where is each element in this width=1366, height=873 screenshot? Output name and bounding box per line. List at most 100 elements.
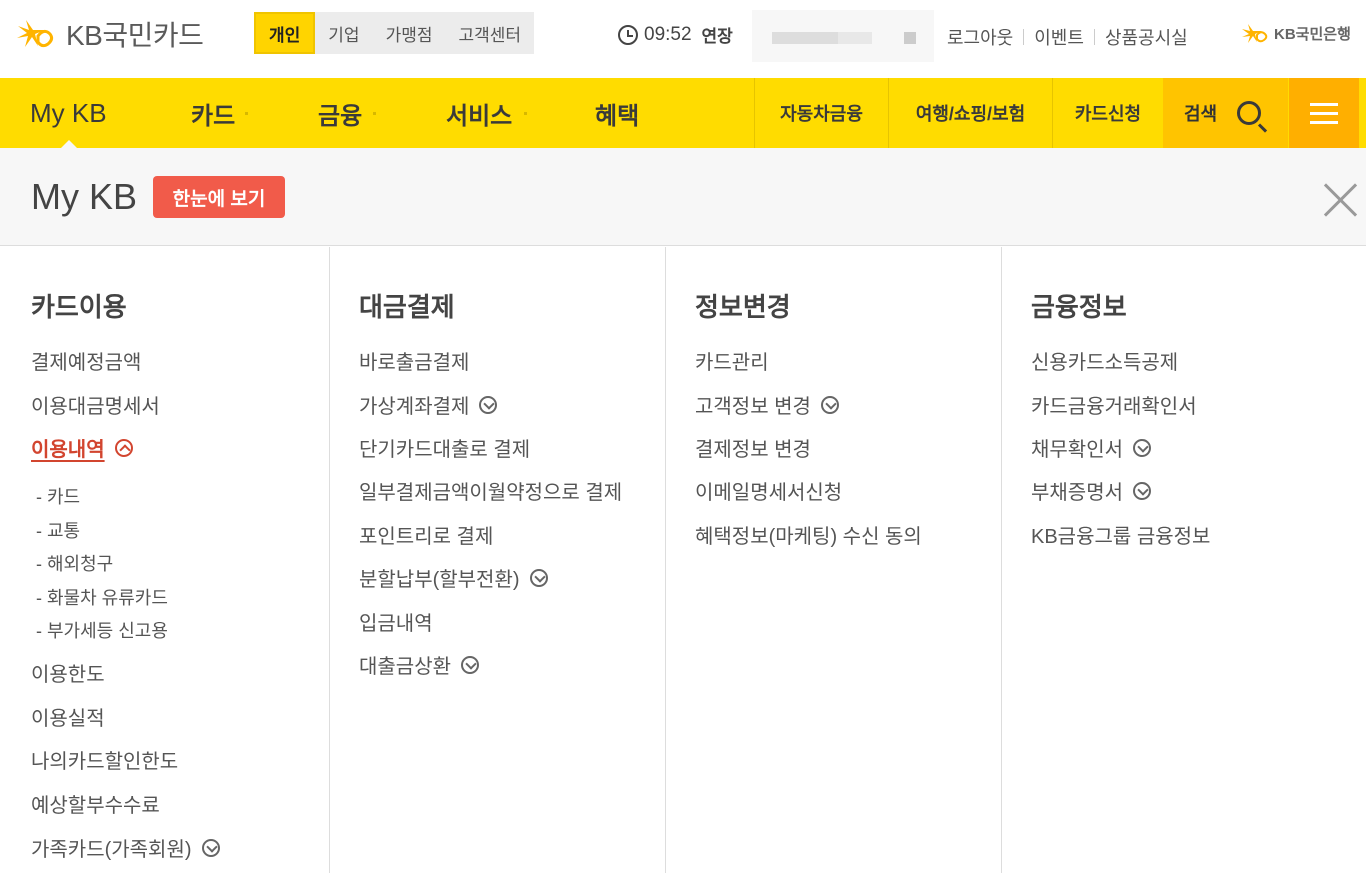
menu-item-label: 일부결제금액이월약정으로 결제 (359, 482, 623, 504)
menu-item-label: 고객정보 변경 (695, 396, 811, 418)
session-timer: 09:52 연장 (618, 22, 733, 47)
segment-tabs: 개인 기업 가맹점 고객센터 (254, 12, 535, 54)
tab-customer-center[interactable]: 고객센터 (445, 12, 534, 54)
column-title: 대금결제 (359, 292, 455, 322)
menu-item[interactable]: 일부결제금액이월약정으로 결제 (359, 476, 622, 505)
menu-item[interactable]: 이용실적 (31, 702, 105, 731)
hamburger-icon (1310, 102, 1338, 106)
chevron-down-icon (820, 395, 839, 414)
menu-item-label: 이용내역 (31, 439, 105, 461)
menu-item[interactable]: 혜택정보(마케팅) 수신 동의 (695, 520, 922, 549)
menu-item-label: 부채증명서 (1031, 482, 1123, 504)
hamburger-menu-button[interactable] (1289, 78, 1359, 148)
menu-column-card-usage: 카드이용 결제예정금액 이용대금명세서 이용내역 - 카드 - 교통 - 해외청… (0, 247, 330, 873)
menu-item-label: 가족카드(가족회원) (31, 839, 192, 861)
menu-column-info-change: 정보변경 카드관리 고객정보 변경 결제정보 변경 이메일명세서신청 혜택정보(… (666, 247, 1002, 873)
sub-menu-label: 카드 (47, 487, 81, 507)
sub-menu-item[interactable]: - 해외청구 (36, 550, 113, 576)
user-info-redacted (752, 10, 934, 62)
chevron-down-icon (201, 838, 220, 857)
menu-item[interactable]: 단기카드대출로 결제 (359, 433, 530, 462)
divider (524, 112, 527, 115)
menu-item[interactable]: 부채증명서 (1031, 476, 1151, 505)
menu-column-financial-info: 금융정보 신용카드소득공제 카드금융거래확인서 채무확인서 부채증명서 KB금융… (1002, 247, 1366, 873)
menu-item[interactable]: 카드금융거래확인서 (1031, 390, 1197, 419)
search-icon (1237, 101, 1262, 125)
menu-item-label: 이용대금명세서 (31, 396, 160, 418)
top-bar: KB국민카드 개인 기업 가맹점 고객센터 09:52 연장 로그아웃 이벤트 … (0, 0, 1366, 78)
close-icon[interactable] (1322, 180, 1360, 218)
panel-title: My KB (31, 176, 138, 217)
menu-item[interactable]: KB금융그룹 금융정보 (1031, 520, 1210, 549)
nav-auto-finance[interactable]: 자동차금융 (754, 78, 888, 148)
menu-item[interactable]: 결제정보 변경 (695, 433, 811, 462)
kb-star-logo-icon (17, 20, 54, 48)
divider (1023, 29, 1025, 45)
menu-item[interactable]: 이용한도 (31, 658, 105, 687)
menu-item[interactable]: 결제예정금액 (31, 346, 141, 375)
chevron-down-icon (1133, 438, 1151, 457)
sub-menu-item[interactable]: - 카드 (36, 483, 80, 509)
menu-item-label: 결제정보 변경 (695, 439, 811, 461)
nav-travel-shopping-insurance[interactable]: 여행/쇼핑/보험 (888, 78, 1052, 148)
overview-button[interactable]: 한눈에 보기 (153, 176, 285, 218)
menu-item[interactable]: 입금내역 (359, 607, 433, 636)
menu-item-label: 카드관리 (695, 352, 769, 374)
menu-item[interactable]: 대출금상환 (359, 650, 479, 679)
nav-card[interactable]: 카드 (191, 78, 235, 148)
nav-benefits[interactable]: 혜택 (595, 78, 639, 148)
chevron-down-icon (529, 568, 548, 587)
main-navigation: My KB 카드 금융 서비스 혜택 자동차금융 여행/쇼핑/보험 카드신청 검… (0, 78, 1366, 149)
menu-item-label: 대출금상환 (359, 656, 451, 678)
session-time: 09:52 (644, 23, 692, 45)
tab-personal[interactable]: 개인 (254, 12, 316, 54)
menu-item[interactable]: 고객정보 변경 (695, 390, 839, 419)
menu-item[interactable]: 예상할부수수료 (31, 789, 160, 818)
menu-item-label: 바로출금결제 (359, 352, 470, 374)
nav-finance[interactable]: 금융 (318, 78, 362, 148)
product-disclosure-link[interactable]: 상품공시실 (1105, 24, 1188, 50)
nav-service[interactable]: 서비스 (446, 78, 512, 148)
extend-session-button[interactable]: 연장 (702, 22, 733, 47)
menu-item-label: 이용한도 (31, 664, 105, 686)
menu-item-active[interactable]: 이용내역 (31, 433, 133, 462)
menu-item-label: 나의카드할인한도 (31, 751, 179, 773)
nav-my-kb[interactable]: My KB (30, 78, 107, 148)
tab-business[interactable]: 기업 (315, 12, 372, 54)
menu-item[interactable]: 분할납부(할부전환) (359, 563, 548, 592)
hamburger-icon (1310, 120, 1338, 124)
sub-menu-label: 교통 (47, 521, 81, 541)
menu-item[interactable]: 가상계좌결제 (359, 390, 498, 419)
menu-item[interactable]: 바로출금결제 (359, 346, 469, 375)
sub-menu-item[interactable]: - 화물차 유류카드 (36, 584, 168, 610)
menu-item-label: 혜택정보(마케팅) 수신 동의 (695, 526, 922, 548)
menu-item[interactable]: 나의카드할인한도 (31, 745, 178, 774)
sub-menu-item[interactable]: - 부가세등 신고용 (36, 617, 168, 643)
logout-link[interactable]: 로그아웃 (947, 24, 1013, 50)
kb-star-logo-icon (1242, 24, 1268, 43)
menu-item-label: 분할납부(할부전환) (359, 569, 520, 591)
menu-item[interactable]: 이메일명세서신청 (695, 476, 842, 505)
nav-card-apply[interactable]: 카드신청 (1052, 78, 1163, 148)
search-button[interactable]: 검색 (1163, 78, 1288, 148)
search-label: 검색 (1184, 104, 1218, 124)
menu-item[interactable]: 신용카드소득공제 (1031, 346, 1178, 375)
menu-item[interactable]: 채무확인서 (1031, 433, 1151, 462)
menu-item[interactable]: 이용대금명세서 (31, 390, 160, 419)
menu-panel-header: My KB 한눈에 보기 (0, 148, 1366, 246)
kb-card-logo[interactable]: KB국민카드 (14, 14, 204, 54)
menu-item-label: 단기카드대출로 결제 (359, 439, 531, 461)
sub-menu-item[interactable]: - 교통 (36, 517, 80, 543)
menu-item-label: 이용실적 (31, 708, 105, 730)
divider (1093, 29, 1095, 45)
menu-item[interactable]: 카드관리 (695, 346, 769, 375)
event-link[interactable]: 이벤트 (1034, 24, 1084, 50)
clock-icon (618, 24, 638, 45)
kb-bank-link[interactable]: KB국민은행 (1240, 22, 1351, 44)
menu-item-label: 예상할부수수료 (31, 795, 160, 817)
menu-item[interactable]: 가족카드(가족회원) (31, 833, 220, 862)
menu-item-label: 카드금융거래확인서 (1031, 396, 1197, 418)
chevron-down-icon (461, 655, 479, 674)
menu-item[interactable]: 포인트리로 결제 (359, 520, 493, 549)
tab-merchant[interactable]: 가맹점 (373, 12, 446, 54)
